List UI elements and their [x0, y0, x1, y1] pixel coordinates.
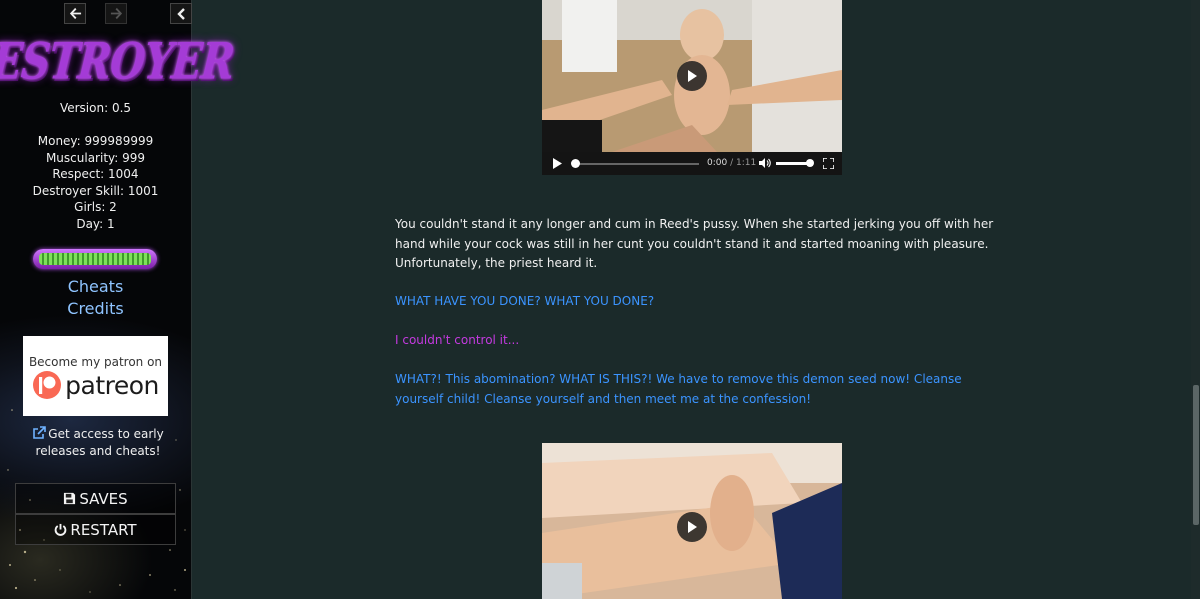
sidebar: DESTROYER Version: 0.5 Money: 999989999 … — [0, 0, 237, 599]
video-1-duration: 1:11 — [736, 158, 757, 168]
stats-panel: Money: 999989999 Muscularity: 999 Respec… — [0, 133, 191, 232]
video-1-controls: 0:00 / 1:11 — [542, 152, 842, 175]
narration-text: You couldn't stand it any longer and cum… — [395, 217, 994, 270]
volume-icon[interactable] — [759, 157, 771, 169]
priest-dialogue-1: WHAT HAVE YOU DONE? WHAT YOU DONE? — [395, 294, 655, 308]
cheats-link[interactable]: Cheats — [0, 277, 191, 296]
video-1-seek-handle[interactable] — [571, 159, 580, 168]
play-icon[interactable] — [553, 158, 562, 169]
patreon-brand: patreon — [23, 370, 168, 400]
credits-link[interactable]: Credits — [0, 299, 191, 318]
stat-respect: Respect: 1004 — [52, 167, 139, 181]
stat-destroyer-skill: Destroyer Skill: 1001 — [32, 183, 159, 198]
video-1-volume-slider[interactable] — [776, 162, 810, 165]
scrollbar-thumb[interactable] — [1193, 385, 1199, 525]
play-icon — [688, 70, 697, 82]
priest-dialogue-2: WHAT?! This abomination? WHAT IS THIS?! … — [395, 372, 962, 406]
early-access-link[interactable]: Get access to early releases and cheats! — [28, 426, 168, 460]
energy-bar — [33, 249, 157, 269]
stat-day: Day: 1 — [76, 216, 115, 231]
video-player-1[interactable]: 0:00 / 1:11 — [542, 0, 842, 175]
patreon-tagline: Become my patron on — [28, 355, 163, 369]
stat-muscularity: Muscularity: 999 — [45, 150, 146, 165]
arrow-right-icon — [110, 7, 122, 20]
video-1-seek-bar[interactable] — [575, 163, 699, 165]
video-1-time: 0:00 / 1:11 — [707, 158, 756, 168]
video-1-volume-handle[interactable] — [806, 159, 814, 167]
restart-button[interactable]: RESTART — [15, 514, 176, 545]
chevron-left-icon — [177, 7, 185, 20]
video-1-current-time: 0:00 — [707, 158, 728, 168]
fullscreen-icon[interactable] — [823, 158, 834, 169]
video-1-time-separator: / — [730, 158, 734, 168]
game-logo: DESTROYER — [0, 31, 237, 91]
power-icon — [55, 523, 67, 536]
energy-bar-fill — [39, 253, 151, 265]
version-label: Version: 0.5 — [59, 101, 132, 115]
story-passage: 0:00 / 1:11 You couldn't stand it any lo… — [192, 0, 1200, 599]
restart-label: RESTART — [70, 520, 137, 539]
video-1-play-button[interactable] — [677, 61, 707, 91]
player-dialogue: I couldn't control it... — [395, 333, 520, 347]
stat-girls: Girls: 2 — [74, 200, 117, 214]
saves-label: SAVES — [79, 489, 128, 508]
saves-button[interactable]: SAVES — [15, 483, 176, 514]
video-player-2[interactable] — [542, 443, 842, 599]
external-link-icon — [33, 426, 47, 439]
patreon-wordmark: patreon — [65, 370, 159, 400]
video-2-play-button[interactable] — [677, 512, 707, 542]
floppy-disk-icon — [64, 492, 76, 505]
early-access-text: Get access to early releases and cheats! — [35, 427, 164, 458]
patreon-banner[interactable]: Become my patron on patreon — [23, 336, 168, 416]
stat-money: Money: 999989999 — [37, 134, 154, 148]
play-icon — [688, 521, 697, 533]
patreon-logo-icon — [33, 371, 62, 399]
arrow-left-icon — [69, 7, 81, 20]
